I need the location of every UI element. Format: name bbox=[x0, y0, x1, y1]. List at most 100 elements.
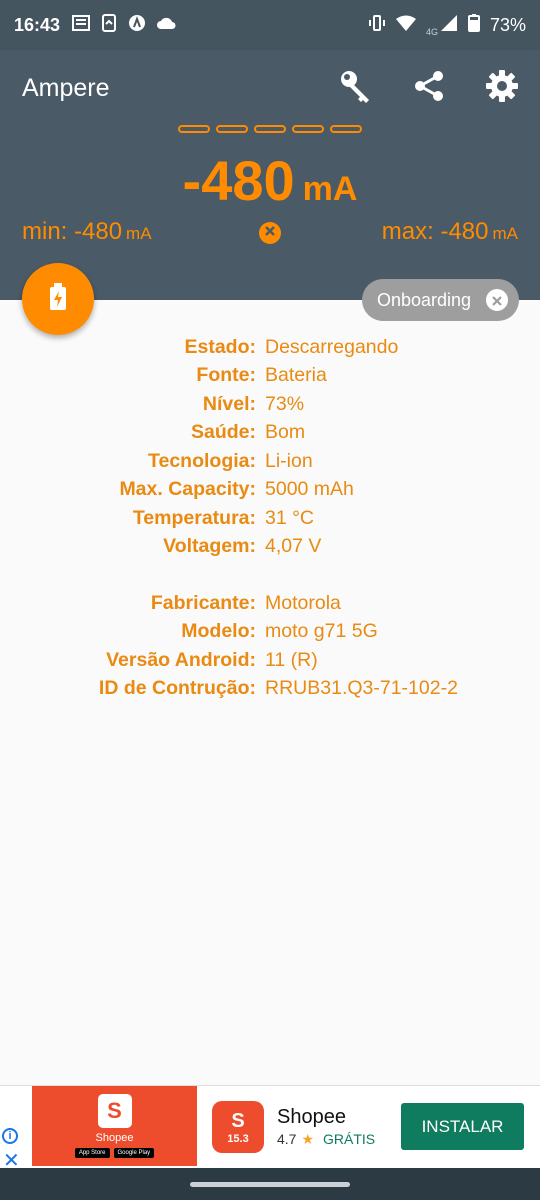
news-icon bbox=[72, 14, 91, 37]
info-label: Max. Capacity: bbox=[119, 478, 256, 501]
cloud-icon bbox=[156, 15, 176, 35]
info-label: Versão Android: bbox=[106, 648, 256, 671]
battery-fab[interactable] bbox=[22, 263, 94, 335]
info-value: 31 °C bbox=[265, 506, 314, 529]
charge-dash bbox=[292, 125, 324, 133]
ad-rating: 4.7 ★ GRÁTIS bbox=[277, 1131, 375, 1148]
info-label: Voltagem: bbox=[163, 535, 256, 558]
battery-percent: 73% bbox=[489, 14, 526, 35]
status-bar: 16:43 4G 73% bbox=[0, 0, 540, 50]
max-value: max: -480 bbox=[381, 218, 489, 245]
info-value: Bateria bbox=[265, 364, 327, 387]
info-value: 73% bbox=[265, 392, 305, 415]
info-label: Nível: bbox=[202, 392, 256, 415]
star-icon: ★ bbox=[301, 1131, 315, 1147]
current-unit: mA bbox=[302, 170, 358, 208]
info-row-build-id: ID de Contrução: RRUB31.Q3-71-102-2 bbox=[0, 675, 540, 704]
app-bar: Ampere -480 mA min: -480 mA max: -480 mA bbox=[0, 50, 540, 300]
info-value: 11 (R) bbox=[265, 648, 318, 671]
store-badges: App Store Google Play bbox=[74, 1148, 155, 1158]
gear-icon bbox=[485, 69, 519, 108]
info-value: Motorola bbox=[265, 591, 341, 614]
navigation-bar bbox=[0, 1168, 540, 1200]
ad-app-name[interactable]: Shopee bbox=[277, 1106, 346, 1129]
close-icon bbox=[492, 290, 502, 311]
home-gesture-handle[interactable] bbox=[190, 1182, 350, 1187]
max-reading: max: -480 mA bbox=[382, 218, 518, 246]
signal-icon bbox=[440, 14, 458, 36]
charge-indicator bbox=[178, 125, 362, 133]
app-icon-badge: 15.3 bbox=[227, 1132, 249, 1145]
info-value: 4,07 V bbox=[265, 535, 322, 558]
share-icon bbox=[413, 70, 445, 107]
info-value: RRUB31.Q3-71-102-2 bbox=[265, 677, 458, 700]
min-value: min: -480 bbox=[22, 218, 123, 245]
onboarding-chip[interactable]: Onboarding bbox=[362, 279, 519, 321]
app-store-badge: App Store bbox=[74, 1148, 110, 1158]
info-label: Tecnologia: bbox=[148, 449, 256, 472]
charge-dash bbox=[216, 125, 248, 133]
info-label: Fabricante: bbox=[150, 591, 256, 614]
install-button[interactable]: INSTALAR bbox=[401, 1103, 524, 1150]
info-row-android: Versão Android: 11 (R) bbox=[0, 646, 540, 675]
key-button[interactable] bbox=[336, 68, 376, 108]
vibrate-icon bbox=[368, 14, 386, 36]
ad-image[interactable]: S Shopee App Store Google Play bbox=[32, 1086, 197, 1166]
ad-banner-brand: Shopee bbox=[95, 1132, 134, 1144]
charge-dash bbox=[178, 125, 210, 133]
info-value: moto g71 5G bbox=[265, 620, 378, 643]
ad-rating-value: 4.7 bbox=[277, 1131, 297, 1147]
battery-icon bbox=[467, 13, 480, 37]
app-icon-letter: S bbox=[231, 1109, 245, 1132]
charge-dash bbox=[330, 125, 362, 133]
ad-info-icon[interactable]: i bbox=[2, 1128, 18, 1144]
info-label: Modelo: bbox=[181, 620, 256, 643]
share-button[interactable] bbox=[409, 68, 449, 108]
app-title: Ampere bbox=[22, 74, 110, 102]
min-reading: min: -480 mA bbox=[22, 218, 152, 246]
screen-share-icon bbox=[100, 13, 118, 37]
google-play-badge: Google Play bbox=[113, 1148, 155, 1158]
settings-button[interactable] bbox=[482, 68, 522, 108]
status-time: 16:43 bbox=[14, 14, 61, 35]
min-unit: mA bbox=[126, 224, 152, 243]
device-info-list: Fabricante: Motorola Modelo: moto g71 5G V… bbox=[0, 589, 540, 703]
info-row-tecnologia: Tecnologia: Li-ion bbox=[0, 447, 540, 476]
info-row-fonte: Fonte: Bateria bbox=[0, 362, 540, 391]
info-row-saude: Saúde: Bom bbox=[0, 419, 540, 448]
chip-close-button[interactable] bbox=[486, 289, 508, 311]
info-label: Fonte: bbox=[196, 364, 256, 387]
key-icon bbox=[339, 69, 373, 108]
info-row-voltagem: Voltagem: 4,07 V bbox=[0, 533, 540, 562]
info-row-nivel: Nível: 73% bbox=[0, 390, 540, 419]
charge-dash bbox=[254, 125, 286, 133]
info-label: Saúde: bbox=[190, 421, 256, 444]
info-label: Estado: bbox=[184, 335, 256, 358]
close-icon bbox=[264, 224, 276, 242]
info-value: Li-ion bbox=[265, 449, 313, 472]
info-value: 5000 mAh bbox=[265, 478, 354, 501]
app-a-icon bbox=[128, 14, 146, 37]
wifi-icon bbox=[395, 15, 416, 36]
ad-app-icon[interactable]: S 15.3 bbox=[212, 1101, 264, 1153]
info-row-estado: Estado: Descarregando bbox=[0, 333, 540, 362]
info-label: ID de Contrução: bbox=[98, 677, 256, 700]
battery-info-list: Estado: Descarregando Fonte: Bateria Nível… bbox=[0, 333, 540, 561]
current-reading: -480 mA bbox=[0, 148, 540, 213]
info-row-modelo: Modelo: moto g71 5G bbox=[0, 618, 540, 647]
info-label: Temperatura: bbox=[132, 506, 256, 529]
max-unit: mA bbox=[492, 224, 519, 243]
ad-price: GRÁTIS bbox=[323, 1131, 376, 1147]
onboarding-label: Onboarding bbox=[377, 289, 472, 310]
info-value: Descarregando bbox=[265, 335, 399, 358]
info-value: Bom bbox=[265, 421, 306, 444]
battery-charging-icon bbox=[49, 282, 67, 316]
ad-banner: i ✕ S Shopee App Store Google Play S 15.… bbox=[0, 1085, 540, 1172]
info-row-temperatura: Temperatura: 31 °C bbox=[0, 504, 540, 533]
network-type: 4G bbox=[425, 27, 438, 37]
info-row-capacity: Max. Capacity: 5000 mAh bbox=[0, 476, 540, 505]
shopee-logo-icon: S bbox=[97, 1094, 132, 1128]
info-row-fabricante: Fabricante: Motorola bbox=[0, 589, 540, 618]
current-value: -480 bbox=[182, 149, 295, 212]
reset-minmax-button[interactable] bbox=[259, 222, 281, 244]
